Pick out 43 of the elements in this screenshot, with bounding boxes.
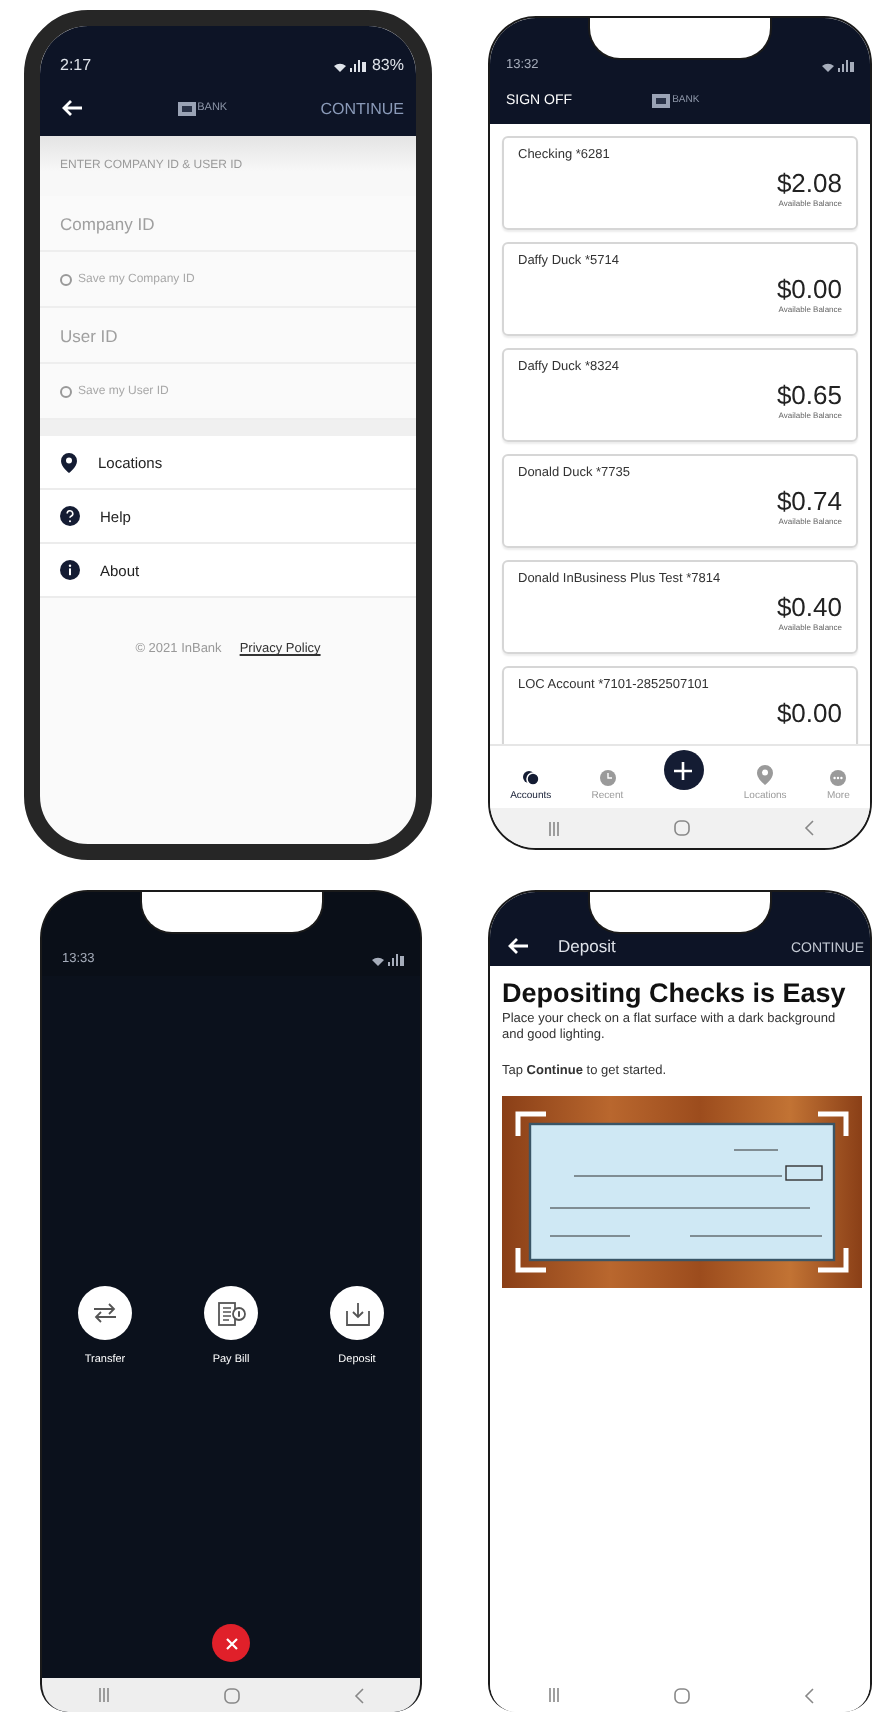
- back-icon[interactable]: [803, 1687, 813, 1703]
- more-icon: [830, 770, 847, 786]
- recent-apps-icon[interactable]: [547, 821, 559, 835]
- close-icon: [225, 1637, 237, 1649]
- screen-title: Deposit: [558, 936, 618, 956]
- back-icon[interactable]: [353, 1687, 364, 1703]
- back-icon[interactable]: [803, 820, 813, 836]
- close-button[interactable]: [212, 1624, 250, 1662]
- battery-level: 83%: [371, 56, 404, 74]
- recent-apps-icon[interactable]: [547, 1688, 559, 1702]
- logo-mark-icon: [177, 101, 196, 115]
- back-arrow-icon[interactable]: [506, 936, 530, 956]
- add-button[interactable]: [663, 750, 704, 790]
- logo-mark-icon: [652, 93, 671, 107]
- home-icon[interactable]: [673, 1687, 689, 1703]
- status-icons: [822, 60, 854, 72]
- status-icons: [333, 59, 366, 71]
- page-heading: Depositing Checks is Easy: [502, 978, 846, 1011]
- plus-icon: [674, 761, 693, 779]
- back-arrow-icon[interactable]: [60, 98, 84, 118]
- home-icon[interactable]: [223, 1687, 240, 1703]
- account-balance: $0.40: [776, 592, 842, 622]
- clock-icon: [599, 770, 616, 786]
- radio-button[interactable]: [60, 385, 72, 397]
- account-balance: $0.74: [776, 486, 842, 516]
- location-pin-icon: [60, 451, 78, 473]
- coins-icon: [521, 770, 540, 786]
- info-icon: [60, 560, 80, 580]
- account-balance: $2.08: [776, 168, 842, 198]
- recent-apps-icon[interactable]: [98, 1688, 111, 1702]
- home-icon[interactable]: [673, 820, 689, 836]
- radio-button[interactable]: [60, 273, 72, 285]
- location-pin-icon: [756, 764, 775, 786]
- status-icons: [372, 954, 404, 966]
- account-balance: $0.65: [776, 380, 842, 410]
- account-balance: $0.00: [776, 274, 842, 304]
- download-tray-icon: [345, 1301, 369, 1325]
- status-time: 2:17: [60, 56, 92, 74]
- bill-icon: [217, 1301, 245, 1325]
- account-balance: $0.00: [776, 698, 842, 728]
- help-icon: [60, 506, 80, 526]
- transfer-arrows-icon: [92, 1302, 118, 1324]
- continue-link[interactable]: CONTINUE: [320, 99, 404, 117]
